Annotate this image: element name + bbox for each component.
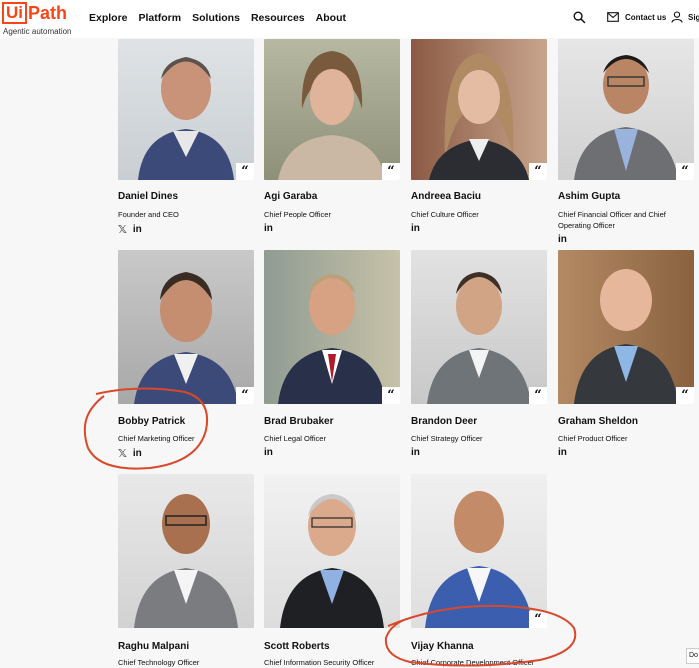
linkedin-icon[interactable]: in: [411, 447, 420, 458]
quote-icon[interactable]: “: [382, 163, 400, 180]
vijay-khanna-photo[interactable]: “: [411, 474, 547, 628]
scott-roberts-photo[interactable]: [264, 474, 400, 628]
leader-title: Chief Information Security Officer: [264, 658, 375, 667]
quote-icon[interactable]: “: [236, 163, 254, 180]
linkedin-icon[interactable]: in: [264, 223, 273, 234]
logo-path-text: Path: [28, 3, 68, 23]
leader-name[interactable]: Andreea Baciu: [411, 191, 481, 202]
leader-title: Chief Financial Officer and Chief Operat…: [558, 210, 666, 230]
leader-title: Chief Corporate Development Officer: [411, 658, 535, 667]
social-links: in: [264, 447, 273, 458]
nav-explore[interactable]: Explore: [89, 12, 128, 24]
leader-name[interactable]: Vijay Khanna: [411, 641, 474, 652]
andreea-baciu-photo[interactable]: “: [411, 39, 547, 180]
quote-icon[interactable]: “: [529, 387, 547, 404]
sign-in-link[interactable]: Sig: [688, 13, 699, 22]
logo-ui-mark: Ui: [2, 2, 27, 24]
brandon-deer-photo[interactable]: “: [411, 250, 547, 404]
social-links: in: [264, 223, 273, 234]
leader-title: Chief Product Officer: [558, 434, 628, 443]
contact-us-link[interactable]: Contact us: [625, 13, 666, 22]
leader-name[interactable]: Agi Garaba: [264, 191, 317, 202]
nav-about[interactable]: About: [316, 12, 346, 24]
daniel-dines-photo[interactable]: “: [118, 39, 254, 180]
nav-platform[interactable]: Platform: [139, 12, 182, 24]
raghu-malpani-photo[interactable]: [118, 474, 254, 628]
quote-icon[interactable]: “: [676, 163, 694, 180]
bobby-patrick-photo[interactable]: “: [118, 250, 254, 404]
search-icon[interactable]: [573, 11, 586, 24]
ashim-gupta-photo[interactable]: “: [558, 39, 694, 180]
social-links: 𝕏 in: [118, 447, 142, 460]
social-links: 𝕏 in: [118, 223, 142, 236]
brad-brubaker-photo[interactable]: “: [264, 250, 400, 404]
leader-name[interactable]: Brad Brubaker: [264, 416, 333, 427]
social-links: in: [411, 223, 420, 234]
leader-title: Founder and CEO: [118, 210, 179, 219]
floating-do-button[interactable]: Do: [686, 648, 699, 664]
nav-solutions[interactable]: Solutions: [192, 12, 240, 24]
agi-garaba-photo[interactable]: “: [264, 39, 400, 180]
leader-name[interactable]: Raghu Malpani: [118, 641, 189, 652]
mail-icon[interactable]: [607, 12, 619, 22]
leader-name[interactable]: Bobby Patrick: [118, 416, 185, 427]
leader-title: Chief Culture Officer: [411, 210, 479, 219]
leader-title: Chief Technology Officer: [118, 658, 200, 667]
linkedin-icon[interactable]: in: [558, 447, 567, 458]
leader-title: Chief Legal Officer: [264, 434, 326, 443]
quote-icon[interactable]: “: [529, 611, 547, 628]
social-links: in: [558, 234, 567, 245]
quote-icon[interactable]: “: [676, 387, 694, 404]
quote-icon[interactable]: “: [236, 387, 254, 404]
linkedin-icon[interactable]: in: [133, 224, 142, 235]
quote-icon[interactable]: “: [529, 163, 547, 180]
nav-resources[interactable]: Resources: [251, 12, 305, 24]
leader-name[interactable]: Brandon Deer: [411, 416, 477, 427]
uipath-logo[interactable]: Ui Path Agentic automation: [2, 2, 72, 36]
social-links: in: [558, 447, 567, 458]
graham-sheldon-photo[interactable]: “: [558, 250, 694, 404]
main-nav: Explore Platform Solutions Resources Abo…: [89, 12, 346, 24]
social-links: in: [411, 447, 420, 458]
linkedin-icon[interactable]: in: [558, 234, 567, 245]
leader-name[interactable]: Graham Sheldon: [558, 416, 638, 427]
logo-tagline: Agentic automation: [3, 27, 72, 36]
leader-name[interactable]: Scott Roberts: [264, 641, 330, 652]
user-icon[interactable]: [671, 11, 683, 23]
x-social-icon[interactable]: 𝕏: [118, 223, 127, 236]
linkedin-icon[interactable]: in: [133, 448, 142, 459]
leader-title: Chief Strategy Officer: [411, 434, 483, 443]
quote-icon[interactable]: “: [382, 387, 400, 404]
x-social-icon[interactable]: 𝕏: [118, 447, 127, 460]
site-header: Ui Path Agentic automation Explore Platfo…: [0, 0, 699, 38]
linkedin-icon[interactable]: in: [411, 223, 420, 234]
leader-title: Chief Marketing Officer: [118, 434, 195, 443]
leader-name[interactable]: Daniel Dines: [118, 191, 178, 202]
leader-name[interactable]: Ashim Gupta: [558, 191, 620, 202]
linkedin-icon[interactable]: in: [264, 447, 273, 458]
leader-title: Chief People Officer: [264, 210, 331, 219]
